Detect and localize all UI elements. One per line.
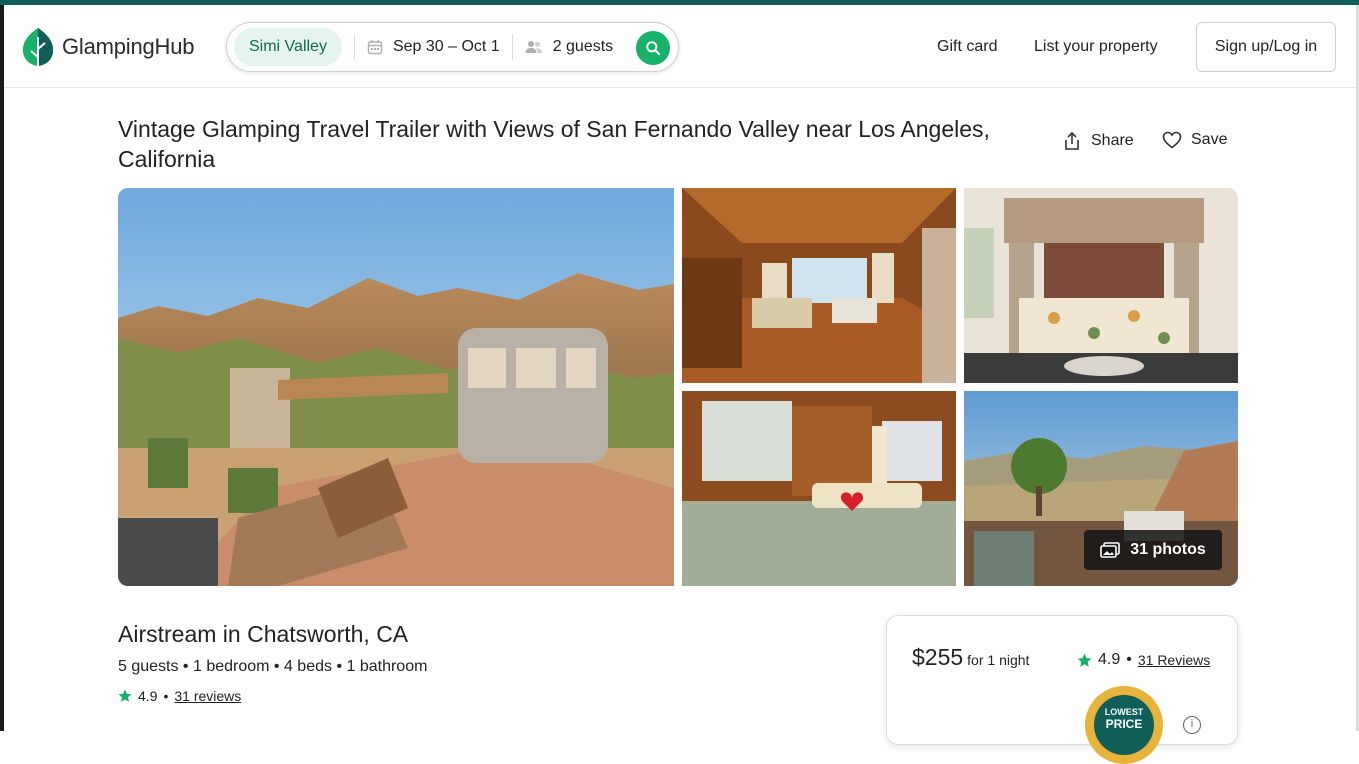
window-edge — [0, 5, 4, 731]
date-range: Sep 30 – Oct 1 — [392, 38, 500, 55]
guest-selector[interactable]: 2 guests — [525, 38, 613, 56]
photo-gallery — [118, 188, 1238, 586]
share-icon — [1065, 131, 1079, 150]
heart-icon — [1162, 131, 1182, 149]
card-rating-value: 4.9 — [1098, 651, 1121, 668]
list-property-link[interactable]: List your property — [1034, 38, 1158, 56]
save-label: Save — [1191, 131, 1228, 148]
star-icon — [118, 689, 132, 702]
gift-card-link[interactable]: Gift card — [937, 38, 997, 56]
price-period: for 1 night — [967, 652, 1030, 668]
calendar-icon — [367, 39, 383, 55]
lowest-price-seal: LOWEST PRICE — [1085, 686, 1163, 764]
guests-icon — [525, 39, 543, 55]
site-header: GlampingHub Simi Valley Sep 30 – Oct 1 2… — [4, 5, 1356, 88]
card-rating: 4.9 • 31 Reviews — [1077, 651, 1210, 669]
photos-icon — [1100, 542, 1121, 558]
search-divider — [511, 34, 513, 60]
guest-count: 2 guests — [552, 38, 614, 55]
search-divider — [353, 34, 355, 60]
photos-count-label: 31 photos — [1130, 541, 1206, 558]
signup-login-button[interactable]: Sign up/Log in — [1196, 22, 1336, 72]
info-icon[interactable]: i — [1183, 716, 1201, 734]
star-icon — [1077, 653, 1092, 667]
listing-rating: 4.9 • 31 reviews — [118, 688, 241, 704]
bedroom-photo[interactable] — [682, 391, 956, 586]
nightly-price: $255 for 1 night — [912, 644, 1029, 671]
reviews-link[interactable]: 31 reviews — [174, 688, 241, 704]
share-button[interactable]: Share — [1062, 131, 1134, 151]
save-button[interactable]: Save — [1162, 131, 1227, 149]
card-rating-dot: • — [1126, 651, 1132, 668]
logo-text: GlampingHub — [62, 34, 195, 59]
search-button[interactable] — [636, 31, 670, 65]
logo[interactable]: GlampingHub — [20, 27, 195, 67]
card-reviews-link[interactable]: 31 Reviews — [1138, 652, 1210, 668]
interior-photo[interactable] — [682, 188, 956, 383]
rating-dot: • — [163, 688, 169, 704]
leaf-logo-icon — [22, 28, 54, 66]
booking-card: $255 for 1 night 4.9 • 31 Reviews LOWEST … — [886, 615, 1238, 764]
location-chip[interactable]: Simi Valley — [234, 28, 342, 66]
seal-top-text: LOWEST — [1104, 707, 1144, 717]
main-photo[interactable] — [118, 188, 674, 586]
share-label: Share — [1091, 132, 1134, 149]
listing-title: Vintage Glamping Travel Trailer with Vie… — [118, 116, 990, 172]
seal-text: LOWEST PRICE — [1094, 695, 1154, 755]
seal-bottom-text: PRICE — [1105, 717, 1143, 731]
price-value: $255 — [912, 644, 964, 670]
show-all-photos-button[interactable]: 31 photos — [1084, 530, 1222, 570]
canopy-bed-photo[interactable] — [964, 188, 1238, 383]
listing-subtitle: Airstream in Chatsworth, CA — [118, 621, 409, 647]
search-bar[interactable]: Simi Valley Sep 30 – Oct 1 2 guests — [226, 22, 679, 72]
rating-value: 4.9 — [138, 688, 158, 704]
date-selector[interactable]: Sep 30 – Oct 1 — [367, 38, 500, 56]
search-icon — [646, 41, 661, 56]
listing-specs: 5 guests • 1 bedroom • 4 beds • 1 bathro… — [118, 658, 428, 675]
